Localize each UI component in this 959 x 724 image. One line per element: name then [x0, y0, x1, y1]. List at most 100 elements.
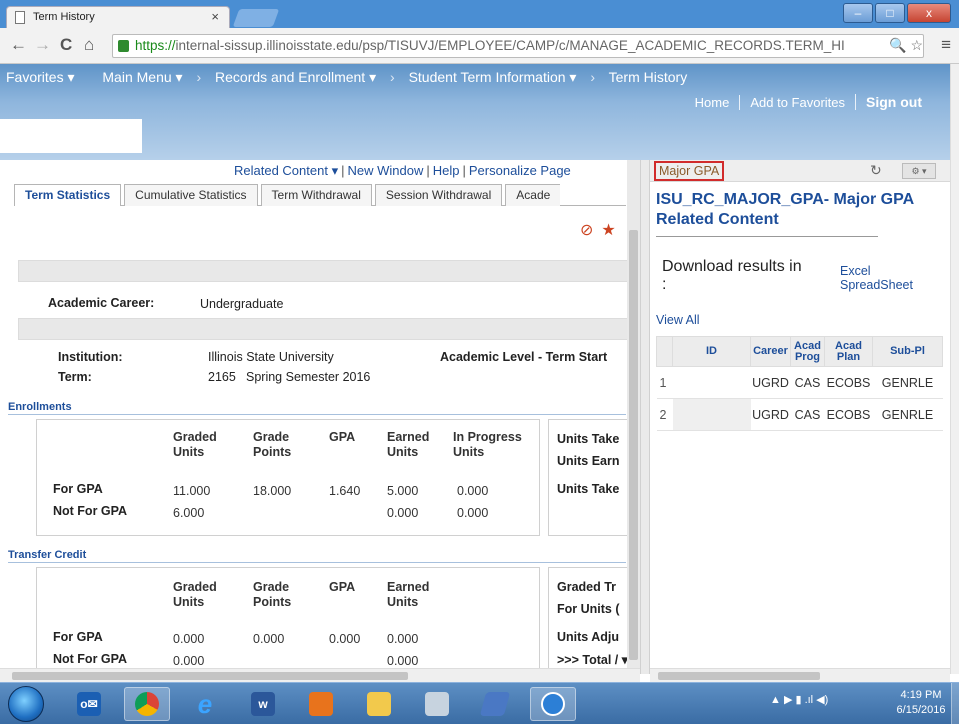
- sign-out-link[interactable]: Sign out: [855, 94, 932, 110]
- chrome-taskbar-button[interactable]: [124, 687, 170, 721]
- reload-icon[interactable]: C: [60, 35, 72, 55]
- remote-taskbar-button[interactable]: [530, 687, 576, 721]
- favorites-menu[interactable]: Favorites ▾: [6, 69, 75, 85]
- for-gpa-earned-units: 5.000: [387, 484, 419, 498]
- table-row: 2 UGRD CAS ECOBS GENRLE: [656, 398, 943, 431]
- maximize-button[interactable]: □: [875, 3, 905, 23]
- outlook-taskbar-button[interactable]: o✉: [66, 687, 112, 721]
- not-for-gpa-graded-units: 6.000: [173, 506, 205, 520]
- scroll-thumb[interactable]: [629, 230, 638, 660]
- gpa-header: GPA: [329, 580, 356, 594]
- breadcrumb-records[interactable]: Records and Enrollment ▾: [215, 69, 376, 85]
- home-link[interactable]: Home: [685, 95, 740, 110]
- transfer-for-gpa-graded-units: 0.000: [173, 632, 205, 646]
- left-pane-scrollbar[interactable]: [627, 160, 640, 674]
- right-pane-horizontal-scrollbar[interactable]: [650, 668, 950, 682]
- enrollments-units-box: Units Take Units Earn Units Take: [548, 419, 628, 536]
- column-header-acad-plan[interactable]: Acad Plan: [824, 336, 873, 367]
- start-button[interactable]: [8, 686, 44, 722]
- earned-units-header: Earned Units: [387, 430, 430, 459]
- personalize-page-link[interactable]: Personalize Page: [469, 163, 571, 178]
- refresh-icon[interactable]: ↻: [870, 162, 882, 179]
- major-gpa-tab[interactable]: Major GPA: [654, 161, 725, 181]
- sub-plan-cell: GENRLE: [872, 366, 943, 399]
- left-pane-horizontal-scrollbar[interactable]: [0, 668, 640, 682]
- ie-taskbar-button[interactable]: e: [182, 687, 228, 721]
- id-cell: [672, 398, 751, 431]
- scroll-thumb[interactable]: [12, 672, 408, 680]
- breadcrumb-separator: ›: [390, 69, 395, 85]
- clock-time: 4:19 PM: [900, 689, 942, 701]
- home-icon[interactable]: ⌂: [84, 35, 94, 55]
- term-label: Term:: [58, 370, 92, 384]
- tab-academic[interactable]: Acade: [505, 184, 561, 206]
- main-menu[interactable]: Main Menu ▾: [102, 69, 182, 85]
- window-controls: – □ x: [843, 3, 951, 23]
- calculator-taskbar-button[interactable]: [414, 687, 460, 721]
- scroll-thumb[interactable]: [658, 672, 820, 680]
- tab-session-withdrawal[interactable]: Session Withdrawal: [374, 184, 503, 206]
- breadcrumb-term-history[interactable]: Term History: [609, 69, 688, 85]
- breadcrumb-student-term[interactable]: Student Term Information ▾: [409, 69, 577, 85]
- total-label[interactable]: >>> Total / ▾: [557, 652, 628, 667]
- url-input[interactable]: https://internal-sissup.illinoisstate.ed…: [112, 34, 924, 58]
- download-results-label: Download results in: [662, 258, 802, 275]
- forward-arrow-icon[interactable]: →: [34, 35, 51, 55]
- view-all-link[interactable]: View All: [656, 313, 700, 327]
- divider: [656, 236, 878, 237]
- explorer-taskbar-button[interactable]: [356, 687, 402, 721]
- new-window-link[interactable]: New Window: [347, 163, 423, 178]
- system-tray[interactable]: ▲ ▶ ▮ .ıl ◀): [770, 693, 828, 706]
- grade-points-header: Grade Points: [253, 580, 292, 609]
- new-tab-button[interactable]: [232, 9, 280, 27]
- media-taskbar-button[interactable]: [298, 687, 344, 721]
- acad-plan-cell: ECOBS: [824, 366, 873, 399]
- row-number: 1: [656, 366, 673, 399]
- page-scrollbar[interactable]: [950, 64, 959, 674]
- related-content-link[interactable]: Related Content ▾: [234, 163, 338, 178]
- browser-menu-icon[interactable]: ≡: [941, 35, 951, 55]
- column-header-career[interactable]: Career: [750, 336, 791, 367]
- for-gpa-grade-points: 18.000: [253, 484, 292, 498]
- back-arrow-icon[interactable]: ←: [10, 35, 27, 55]
- close-window-button[interactable]: x: [907, 3, 951, 23]
- media-player-icon: [309, 692, 333, 716]
- tab-term-withdrawal[interactable]: Term Withdrawal: [260, 184, 372, 206]
- help-link[interactable]: Help: [433, 163, 460, 178]
- browser-titlebar: Term History × – □ x: [0, 0, 959, 28]
- tab-term-statistics[interactable]: Term Statistics: [14, 184, 122, 206]
- column-header-sub-plan[interactable]: Sub-Pl: [872, 336, 943, 367]
- bookmark-star-icon[interactable]: ☆: [910, 37, 923, 53]
- word-taskbar-button[interactable]: w: [240, 687, 286, 721]
- favorite-star-icon[interactable]: ★: [601, 222, 615, 239]
- add-to-favorites-link[interactable]: Add to Favorites: [739, 95, 855, 110]
- id-cell: [672, 366, 751, 399]
- transfer-units-box: Graded Tr For Units ( Units Adju >>> Tot…: [548, 567, 628, 674]
- related-content-heading: ISU_RC_MAJOR_GPA- Major GPA Related Cont…: [656, 191, 914, 228]
- row-number: 2: [656, 398, 673, 431]
- breadcrumb-separator: ›: [590, 69, 595, 85]
- clock[interactable]: 4:19 PM 6/15/2016: [892, 688, 950, 718]
- graded-units-header: Graded Units: [173, 580, 217, 609]
- no-entry-icon[interactable]: ⊘: [580, 222, 593, 239]
- zoom-icon[interactable]: 🔍: [889, 37, 906, 53]
- excel-spreadsheet-link[interactable]: Excel SpreadSheet: [840, 264, 913, 292]
- for-gpa-gpa: 1.640: [329, 484, 361, 498]
- browser-tab[interactable]: Term History ×: [6, 6, 230, 28]
- column-header-acad-prog[interactable]: Acad Prog: [790, 336, 825, 367]
- career-cell: UGRD: [750, 366, 791, 399]
- minimize-button[interactable]: –: [843, 3, 873, 23]
- acad-plan-cell: ECOBS: [824, 398, 873, 431]
- tab-cumulative-statistics[interactable]: Cumulative Statistics: [124, 184, 258, 206]
- pane-divider[interactable]: [640, 160, 650, 674]
- transfer-not-for-gpa-graded-units: 0.000: [173, 654, 205, 668]
- institution-label: Institution:: [58, 350, 123, 364]
- column-header-id[interactable]: ID: [672, 336, 751, 367]
- app-taskbar-button[interactable]: [472, 687, 518, 721]
- sub-plan-cell: GENRLE: [872, 398, 943, 431]
- not-for-gpa-in-progress: 0.000: [457, 506, 489, 520]
- units-earned-label: Units Earn: [557, 454, 620, 468]
- show-desktop-button[interactable]: [951, 683, 959, 724]
- settings-menu-icon[interactable]: ⚙ ▾: [902, 163, 936, 179]
- tab-close-icon[interactable]: ×: [211, 7, 219, 27]
